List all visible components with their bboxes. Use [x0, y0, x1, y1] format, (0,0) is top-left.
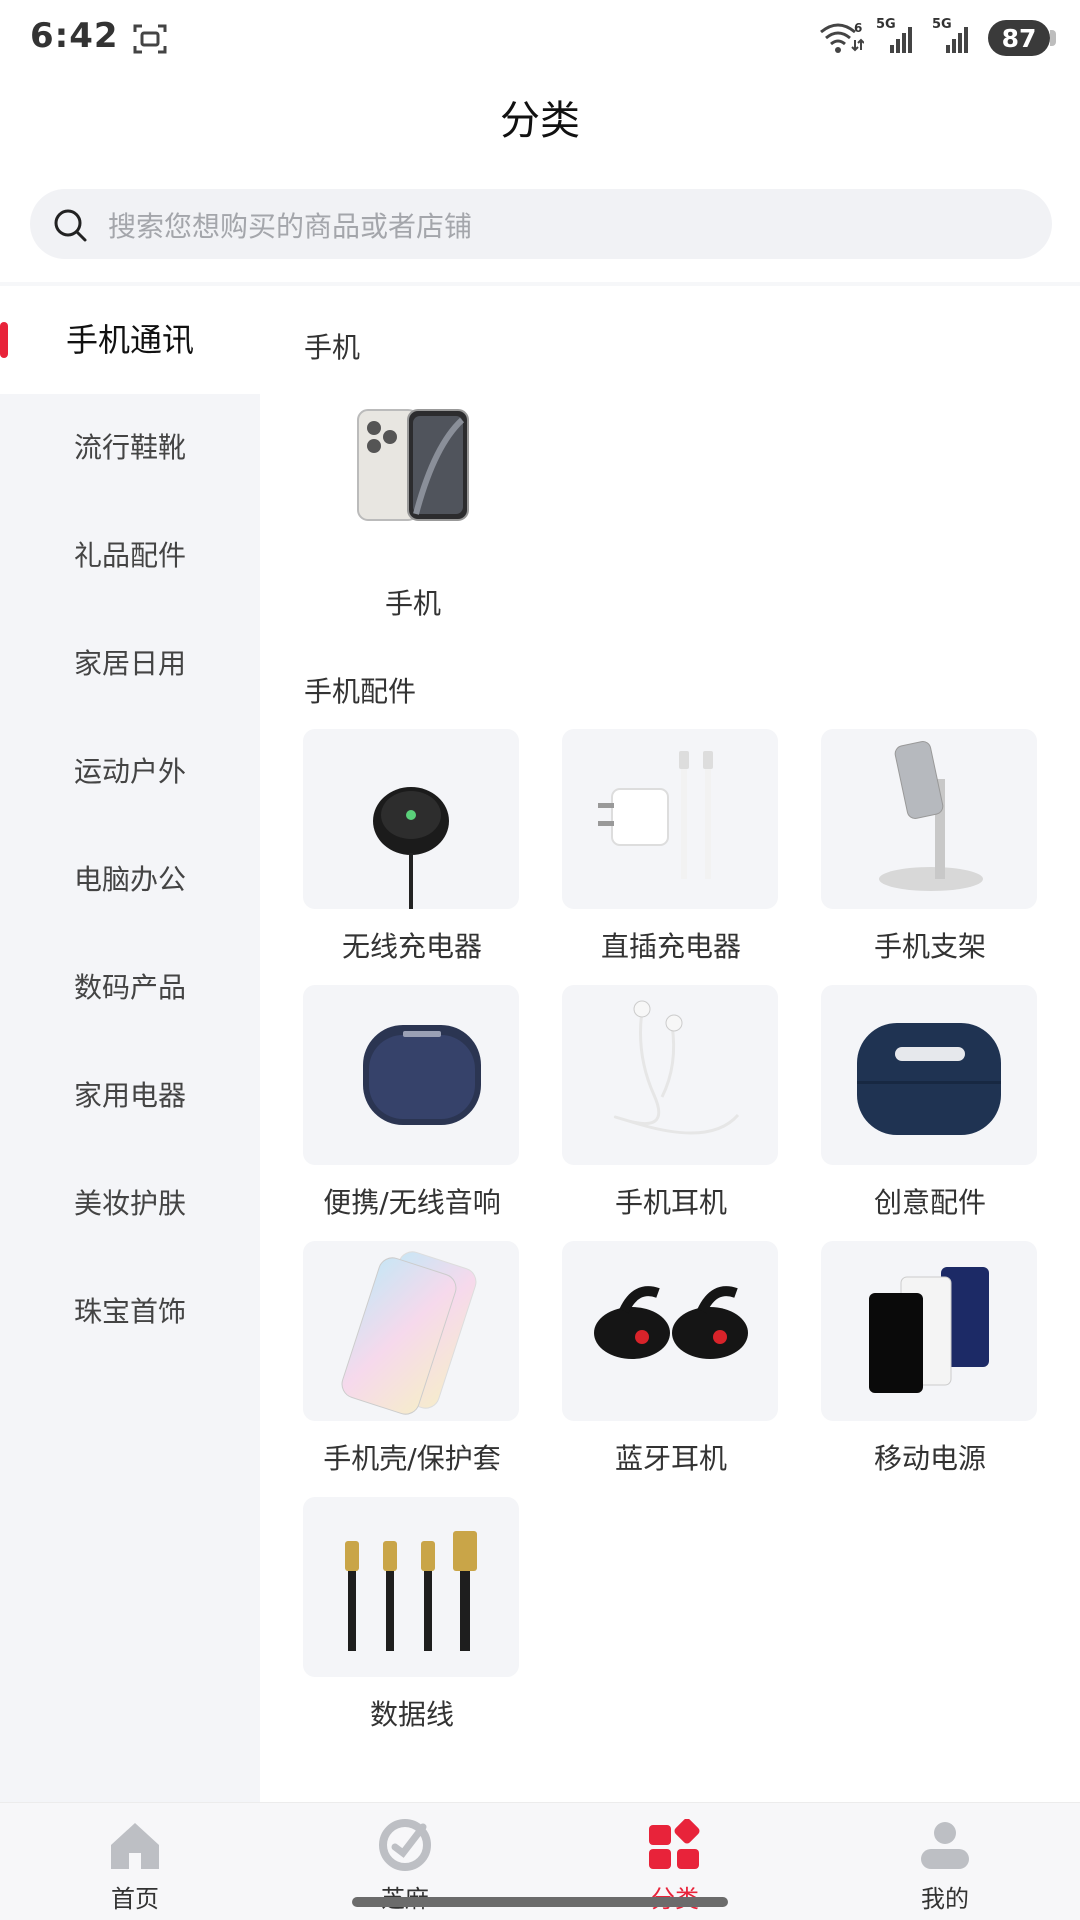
sidebar-item-label: 手机通讯 [65, 321, 194, 359]
category-label: 无线充电器 [341, 930, 482, 963]
category-tile-speaker[interactable]: 便携/无线音响 [303, 985, 521, 1221]
battery-indicator: 87 [988, 20, 1056, 56]
phone-case-image [303, 1241, 519, 1421]
category-label: 手机支架 [873, 930, 986, 963]
search-placeholder[interactable]: 搜索您想购买的商品或者店铺 [108, 205, 472, 245]
sidebar-item-home-daily[interactable]: 家居日用 [0, 610, 260, 718]
search-bar[interactable]: 搜索您想购买的商品或者店铺 [30, 189, 1052, 259]
home-indicator[interactable] [352, 1897, 728, 1907]
sidebar-item-label: 美妆护肤 [73, 1187, 186, 1220]
page-title: 分类 [500, 98, 580, 144]
category-label: 创意配件 [873, 1186, 986, 1219]
sidebar-item-label: 流行鞋靴 [73, 431, 186, 464]
home-icon [111, 1823, 159, 1869]
sidebar-item-digital[interactable]: 数码产品 [0, 934, 260, 1042]
cellular-signal-2: 5G [932, 17, 976, 55]
category-tile-bluetooth-earbuds[interactable]: 蓝牙耳机 [562, 1241, 780, 1477]
signal-2-label: 5G [932, 17, 952, 32]
category-icon [649, 1819, 700, 1869]
wall-charger-image [562, 729, 778, 909]
category-tile-phone-stand[interactable]: 手机支架 [821, 729, 1039, 965]
category-label: 便携/无线音响 [323, 1186, 501, 1219]
sidebar-item-label: 家用电器 [73, 1079, 186, 1112]
sidebar-item-beauty[interactable]: 美妆护肤 [0, 1150, 260, 1258]
category-tile-phone[interactable]: 手机 [304, 386, 522, 622]
cables-image [303, 1497, 519, 1677]
earbuds-case-image [821, 985, 1037, 1165]
svg-text:6: 6 [854, 21, 862, 35]
sidebar-item-label: 家居日用 [73, 647, 186, 680]
cellular-signal-1: 5G [876, 17, 920, 55]
category-label: 移动电源 [873, 1442, 986, 1475]
sidebar-item-label: 电脑办公 [73, 863, 186, 896]
signal-1-label: 5G [876, 17, 896, 32]
sidebar-item-jewelry[interactable]: 珠宝首饰 [0, 1258, 260, 1366]
category-tile-cables[interactable]: 数据线 [303, 1497, 521, 1733]
category-sidebar: 手机通讯 流行鞋靴 礼品配件 家居日用 运动户外 电脑办公 数码产品 家用电器 … [0, 286, 260, 1802]
search-icon [54, 209, 87, 242]
sidebar-item-gifts[interactable]: 礼品配件 [0, 502, 260, 610]
category-tile-power-bank[interactable]: 移动电源 [821, 1241, 1039, 1477]
section-title-accessories: 手机配件 [304, 675, 417, 708]
category-tile-creative-accessories[interactable]: 创意配件 [821, 985, 1039, 1221]
profile-icon [921, 1822, 969, 1869]
sidebar-item-shoes[interactable]: 流行鞋靴 [0, 394, 260, 502]
category-tile-phone-case[interactable]: 手机壳/保护套 [303, 1241, 521, 1477]
smartphone-image [304, 386, 520, 566]
sidebar-item-computer-office[interactable]: 电脑办公 [0, 826, 260, 934]
nav-label-home: 首页 [111, 1885, 159, 1913]
phone-stand-image [821, 729, 1037, 909]
sidebar-item-label: 珠宝首饰 [73, 1295, 186, 1328]
status-time: 6:42 [30, 16, 119, 56]
category-label: 手机耳机 [614, 1186, 727, 1219]
nav-tab-profile[interactable]: 我的 [810, 1803, 1080, 1920]
sidebar-item-label: 数码产品 [73, 971, 186, 1004]
bluetooth-earbuds-image [562, 1241, 778, 1421]
sidebar-item-sports-outdoor[interactable]: 运动户外 [0, 718, 260, 826]
screenshot-icon [133, 24, 167, 54]
nav-label-profile: 我的 [921, 1885, 969, 1913]
category-label: 直插充电器 [600, 930, 741, 963]
section-title-phones: 手机 [304, 331, 361, 364]
active-indicator [0, 322, 8, 358]
sesame-icon [379, 1819, 431, 1871]
speaker-image [303, 985, 519, 1165]
sidebar-item-phones-communication[interactable]: 手机通讯 [0, 286, 260, 394]
wireless-charger-image [303, 729, 519, 909]
status-bar: 6:42 6 5G 5G 87 [0, 0, 1080, 78]
sidebar-item-label: 礼品配件 [73, 539, 186, 572]
sidebar-item-appliances[interactable]: 家用电器 [0, 1042, 260, 1150]
power-bank-image [821, 1241, 1037, 1421]
nav-tab-home[interactable]: 首页 [0, 1803, 270, 1920]
sidebar-item-label: 运动户外 [73, 755, 186, 788]
category-label: 数据线 [369, 1698, 454, 1731]
category-label: 蓝牙耳机 [614, 1442, 727, 1475]
category-tile-wireless-charger[interactable]: 无线充电器 [303, 729, 521, 965]
category-content: 手机 手机 手机配件 无线充电器 直插充电器 手机支架 便携/无线音响 手机耳机… [260, 286, 1080, 1802]
category-label: 手机壳/保护套 [323, 1442, 501, 1475]
wired-earphones-image [562, 985, 778, 1165]
wifi-icon: 6 [820, 21, 864, 53]
category-tile-earphones[interactable]: 手机耳机 [562, 985, 780, 1221]
category-label: 手机 [384, 587, 441, 620]
category-tile-wall-charger[interactable]: 直插充电器 [562, 729, 780, 965]
